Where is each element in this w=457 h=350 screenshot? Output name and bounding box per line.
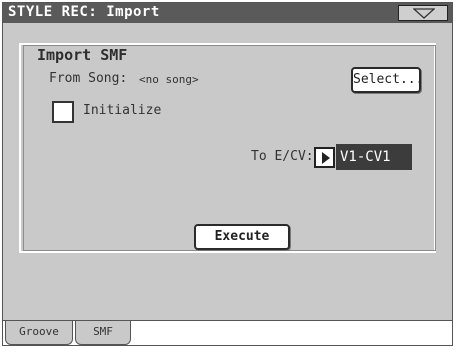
page-menu-button[interactable] [398, 5, 448, 21]
tab-smf[interactable]: SMF [75, 321, 131, 345]
title-bar: STYLE REC: Import [3, 3, 452, 23]
to-ecv-label: To E/CV: [251, 149, 314, 164]
initialize-checkbox[interactable] [52, 101, 74, 123]
play-arrow-icon [322, 152, 330, 164]
page-title: STYLE REC: Import [8, 4, 160, 20]
from-song-label: From Song: [49, 71, 128, 86]
tab-groove[interactable]: Groove [5, 321, 73, 345]
from-song-value: <no song> [139, 73, 199, 86]
initialize-label: Initialize [83, 103, 162, 118]
select-button[interactable]: Select... [351, 67, 423, 93]
to-ecv-arrow-button[interactable] [314, 147, 335, 168]
group-title: Import SMF [33, 46, 132, 64]
screen: STYLE REC: Import Import SMF From Song: … [2, 2, 453, 346]
triangle-down-icon [413, 8, 435, 19]
to-ecv-value[interactable]: V1-CV1 [336, 144, 412, 170]
execute-button[interactable]: Execute [194, 224, 290, 250]
